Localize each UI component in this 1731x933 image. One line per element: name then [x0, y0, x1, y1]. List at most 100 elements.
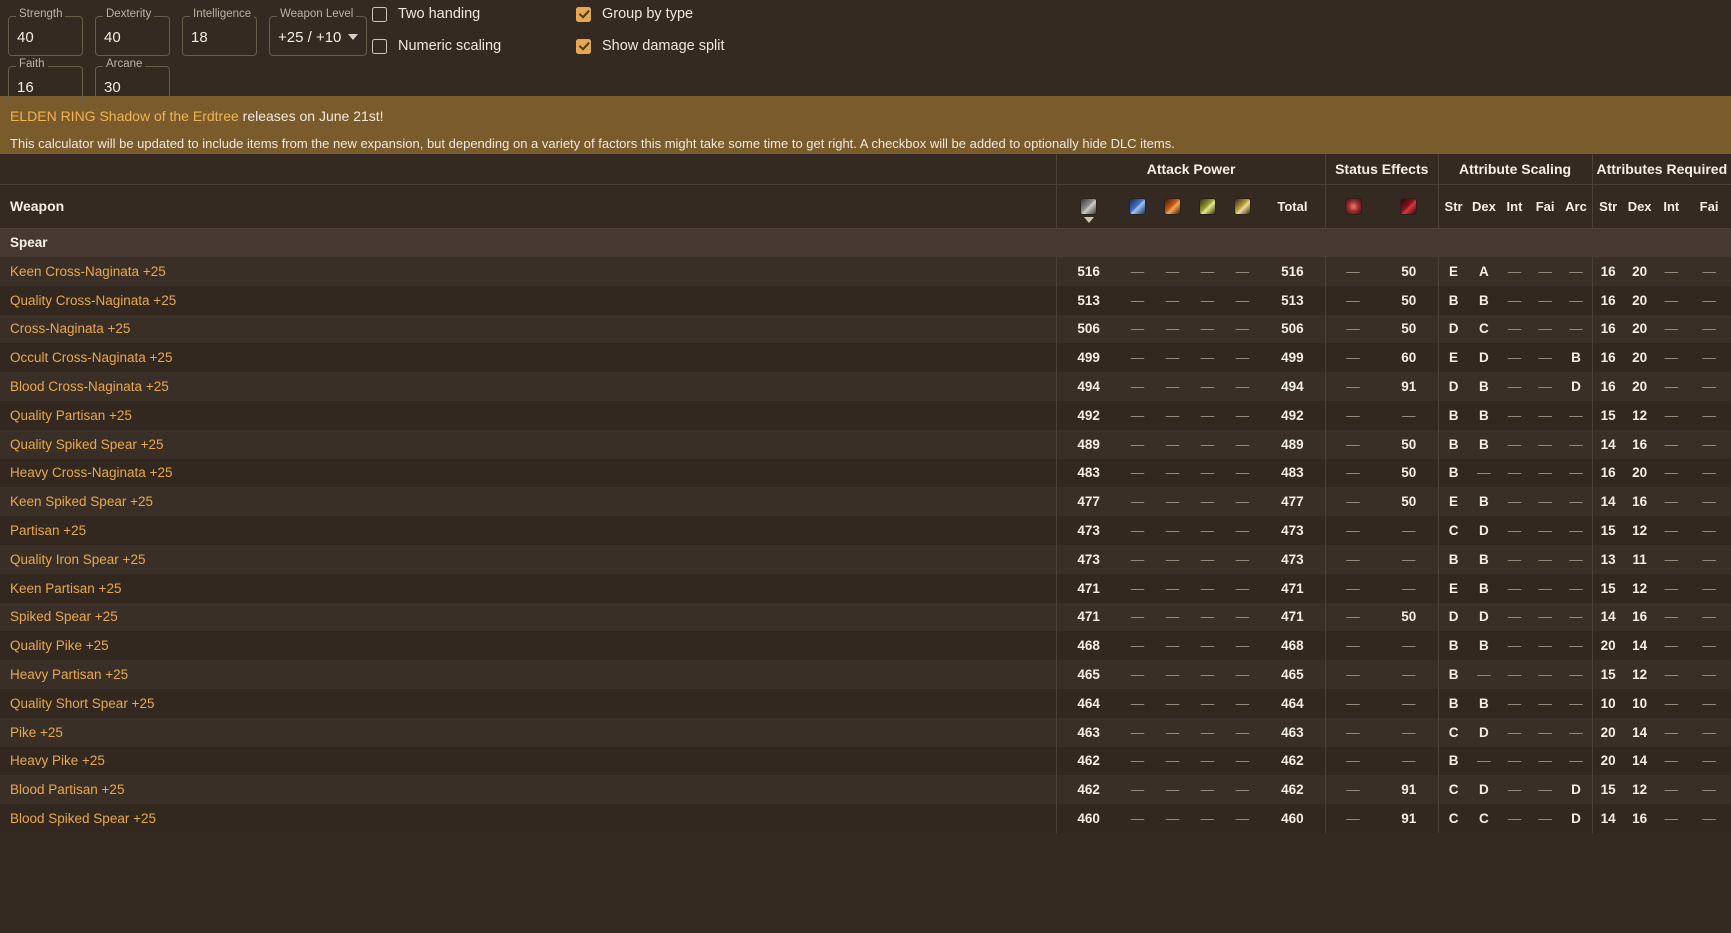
- table-row[interactable]: Quality Pike +25 468— — — —468— — B B — — —20 14— —: [0, 631, 1731, 661]
- weapon-name-link[interactable]: Spiked Spear +25: [0, 602, 1057, 632]
- table-row[interactable]: Keen Spiked Spear +25 477— — — —477—50 E B — — —1…: [0, 487, 1731, 517]
- weapon-name-link[interactable]: Cross-Naginata +25: [0, 314, 1057, 344]
- cell-magic: —: [1120, 804, 1156, 833]
- cell-fire: —: [1155, 400, 1190, 430]
- cell-scaling-arc: —: [1560, 458, 1593, 488]
- cell-fire: —: [1155, 573, 1190, 603]
- weapon-name-link[interactable]: Quality Partisan +25: [0, 400, 1057, 430]
- banner-body: This calculator will be updated to inclu…: [10, 136, 1175, 151]
- table-row[interactable]: Keen Partisan +25 471— — — —471— — E B — — —15 12— —: [0, 573, 1731, 603]
- column-header-lightning[interactable]: [1189, 184, 1225, 229]
- weapon-name-link[interactable]: Occult Cross-Naginata +25: [0, 343, 1057, 373]
- column-header-scaling-str[interactable]: Str: [1437, 184, 1469, 229]
- cell-required-dex: 20: [1623, 285, 1656, 315]
- column-header-scaling-arc[interactable]: Arc: [1560, 184, 1593, 229]
- weapon-name-link[interactable]: Heavy Cross-Naginata +25: [0, 458, 1057, 488]
- weapon-name-link[interactable]: Blood Partisan +25: [0, 775, 1057, 805]
- weapon-name-link[interactable]: Blood Cross-Naginata +25: [0, 372, 1057, 401]
- column-header-bleed[interactable]: [1380, 184, 1439, 229]
- numeric-scaling-checkbox[interactable]: Numeric scaling: [372, 38, 510, 54]
- table-row[interactable]: Heavy Pike +25 462— — — —462— — B — — — —20 14— —: [0, 746, 1731, 776]
- cell-magic: —: [1120, 775, 1156, 805]
- cell-magic: —: [1120, 544, 1156, 574]
- cell-physical: 506: [1056, 314, 1121, 344]
- cell-required-fai: —: [1687, 631, 1731, 661]
- weapon-name-link[interactable]: Quality Iron Spear +25: [0, 544, 1057, 574]
- cell-scaling-arc: —: [1560, 544, 1593, 574]
- table-row[interactable]: Quality Partisan +25 492— — — —492— — B B — — —15 1…: [0, 400, 1731, 430]
- table-row[interactable]: Quality Iron Spear +25 473— — — —473— — B B — — —1…: [0, 544, 1731, 574]
- cell-holy: —: [1224, 804, 1260, 833]
- column-header-required-str[interactable]: Str: [1591, 184, 1624, 229]
- cell-scaling-int: —: [1499, 372, 1530, 401]
- cell-scaling-dex: D: [1468, 775, 1500, 805]
- cell-required-str: 16: [1591, 372, 1624, 401]
- weapon-name-link[interactable]: Heavy Pike +25: [0, 746, 1057, 776]
- cell-scaling-arc: —: [1560, 400, 1593, 430]
- column-header-physical[interactable]: [1056, 184, 1121, 229]
- cell-bleed: 50: [1380, 487, 1439, 517]
- weapon-name-link[interactable]: Keen Cross-Naginata +25: [0, 257, 1057, 286]
- weapon-name-link[interactable]: Quality Short Spear +25: [0, 688, 1057, 718]
- weapon-name-link[interactable]: Keen Spiked Spear +25: [0, 487, 1057, 517]
- show-damage-split-checkbox[interactable]: Show damage split: [576, 38, 725, 54]
- table-row[interactable]: Quality Cross-Naginata +25 513— — — —513—50 B…: [0, 285, 1731, 315]
- weapon-level-select[interactable]: Weapon Level +25 / +10: [269, 8, 367, 56]
- column-header-magic[interactable]: [1120, 184, 1156, 229]
- column-header-scaling-dex[interactable]: Dex: [1468, 184, 1500, 229]
- table-body: Spear Keen Cross-Naginata +25 516— — — —516—5…: [0, 228, 1731, 833]
- column-header-holy[interactable]: [1224, 184, 1260, 229]
- cell-required-int: —: [1655, 602, 1688, 632]
- cell-scaling-dex: B: [1468, 372, 1500, 401]
- table-row[interactable]: Spiked Spear +25 471— — — —471—50 D D — — —14 16— —: [0, 602, 1731, 632]
- cell-poison: —: [1324, 429, 1381, 459]
- table-row[interactable]: Blood Partisan +25 462— — — —462—91 C D — — D 15 12…: [0, 775, 1731, 805]
- column-header-fire[interactable]: [1155, 184, 1190, 229]
- cell-poison: —: [1324, 775, 1381, 805]
- column-header-required-int[interactable]: Int: [1655, 184, 1688, 229]
- table-row[interactable]: Quality Short Spear +25 464— — — —464— — B B — — —…: [0, 688, 1731, 718]
- column-header-required-dex[interactable]: Dex: [1623, 184, 1656, 229]
- intelligence-field[interactable]: Intelligence 18: [182, 8, 257, 56]
- cell-scaling-int: —: [1499, 487, 1530, 517]
- two-handing-checkbox[interactable]: Two handing: [372, 6, 510, 22]
- weapon-name-link[interactable]: Quality Spiked Spear +25: [0, 429, 1057, 459]
- weapon-name-link[interactable]: Heavy Partisan +25: [0, 660, 1057, 689]
- cell-bleed: 50: [1380, 458, 1439, 488]
- column-header-required-fai[interactable]: Fai: [1687, 184, 1731, 229]
- dexterity-field[interactable]: Dexterity 40: [95, 8, 170, 56]
- weapon-name-link[interactable]: Blood Spiked Spear +25: [0, 804, 1057, 833]
- column-header-scaling-fai[interactable]: Fai: [1529, 184, 1561, 229]
- cell-bleed: 60: [1380, 343, 1439, 373]
- table-row[interactable]: Cross-Naginata +25 506— — — —506—50 D C — — —16 20…: [0, 314, 1731, 344]
- faith-field[interactable]: Faith 16: [8, 58, 83, 106]
- table-row[interactable]: Heavy Cross-Naginata +25 483— — — —483—50 B — —…: [0, 458, 1731, 488]
- table-row[interactable]: Pike +25 463— — — —463— — C D — — —20 14— —: [0, 717, 1731, 747]
- cell-fire: —: [1155, 631, 1190, 661]
- cell-required-str: 14: [1591, 804, 1624, 833]
- weapon-name-link[interactable]: Pike +25: [0, 717, 1057, 747]
- banner-headline: ELDEN RING Shadow of the Erdtree release…: [10, 108, 1721, 124]
- weapon-name-link[interactable]: Partisan +25: [0, 516, 1057, 545]
- column-header-scaling-int[interactable]: Int: [1499, 184, 1530, 229]
- weapon-name-link[interactable]: Keen Partisan +25: [0, 573, 1057, 603]
- cell-scaling-int: —: [1499, 717, 1530, 747]
- column-header-weapon[interactable]: Weapon: [0, 184, 1057, 229]
- table-row[interactable]: Partisan +25 473— — — —473— — C D — — —15 12— —: [0, 516, 1731, 545]
- column-header-poison[interactable]: [1324, 184, 1381, 229]
- table-row[interactable]: Keen Cross-Naginata +25 516— — — —516—50 E A — —…: [0, 257, 1731, 286]
- table-row[interactable]: Blood Spiked Spear +25 460— — — —460—91 C C — — D…: [0, 804, 1731, 833]
- weapon-name-link[interactable]: Quality Cross-Naginata +25: [0, 285, 1057, 315]
- table-row[interactable]: Heavy Partisan +25 465— — — —465— — B — — — —15 12—…: [0, 660, 1731, 689]
- table-row[interactable]: Quality Spiked Spear +25 489— — — —489—50 B B —…: [0, 429, 1731, 459]
- cell-required-int: —: [1655, 372, 1688, 401]
- weapon-name-link[interactable]: Quality Pike +25: [0, 631, 1057, 661]
- column-header-total[interactable]: Total: [1259, 184, 1326, 229]
- group-by-type-checkbox[interactable]: Group by type: [576, 6, 693, 22]
- cell-scaling-str: C: [1437, 516, 1469, 545]
- strength-field[interactable]: Strength 40: [8, 8, 83, 56]
- table-row[interactable]: Occult Cross-Naginata +25 499— — — —499—60 E D…: [0, 343, 1731, 373]
- cell-physical: 463: [1056, 717, 1121, 747]
- table-row[interactable]: Blood Cross-Naginata +25 494— — — —494—91 D B —…: [0, 372, 1731, 401]
- arcane-field[interactable]: Arcane 30: [95, 58, 170, 106]
